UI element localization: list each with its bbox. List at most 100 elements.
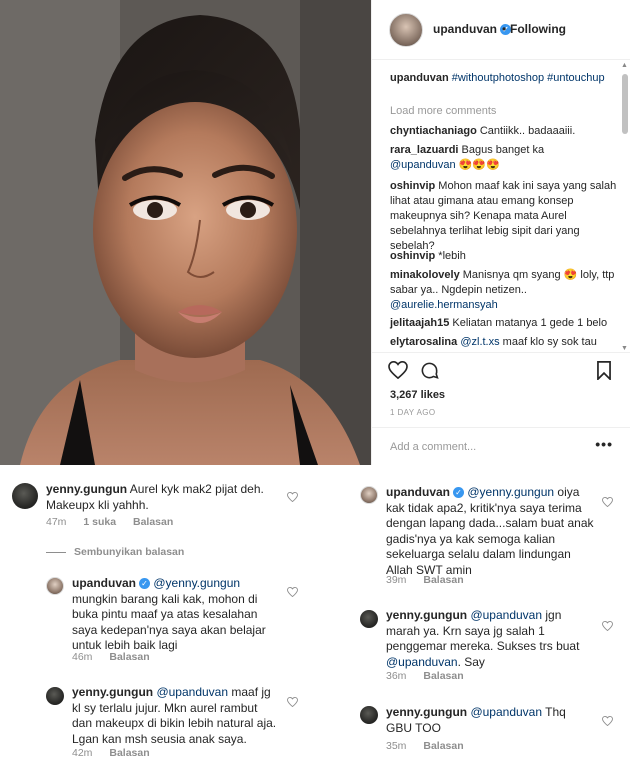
post-timestamp: 1 DAY AGO — [390, 408, 436, 417]
comment-username[interactable]: upanduvan — [72, 576, 136, 590]
comment-meta: 42m Balasan — [72, 747, 164, 759]
avatar[interactable] — [389, 13, 423, 47]
comment-text: Keliatan matanya 1 gede 1 belo — [452, 317, 608, 329]
comment-time: 36m — [386, 670, 407, 682]
comment-scrollbar[interactable]: ▲ ▼ — [621, 62, 628, 352]
post-author[interactable]: upanduvan ✓ — [433, 22, 512, 36]
comment-item: oshinvip Mohon maaf kak ini saya yang sa… — [390, 179, 618, 254]
comment-item: chyntiachaniago Cantiikk.. badaaaiii. — [390, 124, 618, 139]
comment-item: elytarosalina @zl.t.xs maaf klo sy sok t… — [390, 335, 618, 350]
comment-mention[interactable]: @upanduvan — [156, 685, 228, 699]
comment-username[interactable]: minakolovely — [390, 269, 460, 281]
comment-text: maaf klo sy sok tau — [502, 336, 597, 348]
verified-badge-icon: ✓ — [139, 578, 151, 590]
comment-username[interactable]: oshinvip — [390, 250, 435, 262]
comment-meta: 39m Balasan — [386, 574, 478, 586]
post-side-panel: upanduvan ✓ • Following upanduvan #withou… — [371, 0, 630, 465]
add-comment-input[interactable]: Add a comment... — [390, 441, 476, 453]
post-author-username[interactable]: upanduvan — [433, 22, 497, 36]
comment-text: Bagus banget ka — [461, 144, 545, 156]
comment-username[interactable]: chyntiachaniago — [390, 125, 477, 137]
avatar[interactable] — [46, 687, 64, 705]
avatar[interactable] — [360, 486, 378, 504]
comment-time: 39m — [386, 574, 407, 586]
comment-item: upanduvan ✓ @yenny.gungun oiya kak tidak … — [386, 485, 594, 578]
comment-username[interactable]: yenny.gungun — [386, 608, 467, 622]
verified-badge-icon: ✓ — [453, 487, 465, 499]
comment-username[interactable]: oshinvip — [390, 180, 435, 192]
comment-username[interactable]: jelitaajah15 — [390, 317, 449, 329]
comment-mention[interactable]: @yenny.gungun — [467, 485, 554, 499]
add-comment-bar: Add a comment... ••• — [372, 427, 630, 466]
comment-mention[interactable]: @upanduvan — [386, 655, 458, 669]
comment-meta: 35m Balasan — [386, 740, 478, 752]
comment-username[interactable]: upanduvan — [386, 485, 450, 499]
comment-mention[interactable]: @yenny.gungun — [153, 576, 240, 590]
hide-replies-line — [46, 551, 66, 553]
comment-list[interactable]: upanduvan #withoutphotoshop #untouchup L… — [372, 61, 630, 351]
comment-text: . Say — [457, 654, 485, 669]
comment-username[interactable]: elytarosalina — [390, 336, 457, 348]
post-header: upanduvan ✓ • Following — [372, 0, 630, 60]
comment-username[interactable]: rara_lazuardi — [390, 144, 458, 156]
comment-item: yenny.gungun @upanduvan jgn marah ya. Kr… — [386, 608, 594, 670]
comment-emoji: 😍😍😍 — [458, 159, 500, 171]
caption-username[interactable]: upanduvan — [390, 72, 449, 84]
avatar[interactable] — [46, 577, 64, 595]
load-more-comments-link[interactable]: Load more comments — [390, 105, 496, 117]
comment-text: Cantiikk.. badaaaiii. — [479, 125, 576, 137]
comment-mention[interactable]: @upanduvan — [390, 159, 456, 171]
right-comment-column: upanduvan ✓ @yenny.gungun oiya kak tidak … — [316, 465, 630, 779]
left-comment-column: yenny.gungun Aurel kyk mak2 pijat deh. M… — [0, 465, 315, 779]
hide-replies-label[interactable]: Sembunyikan balasan — [74, 546, 184, 558]
comment-username[interactable]: yenny.gungun — [386, 705, 467, 719]
comment-item: minakolovely Manisnya qm syang 😍 loly, t… — [390, 268, 618, 313]
likes-count[interactable]: 3,267 likes — [390, 389, 445, 401]
comment-item: jelitaajah15 Keliatan matanya 1 gede 1 b… — [390, 316, 618, 331]
reply-button[interactable]: Balasan — [109, 651, 149, 663]
avatar[interactable] — [360, 610, 378, 628]
like-comment-heart-icon[interactable] — [287, 587, 298, 597]
comment-username[interactable]: yenny.gungun — [46, 482, 127, 496]
post-photo[interactable] — [0, 0, 371, 465]
comment-item: upanduvan ✓ @yenny.gungun mungkin barang … — [72, 576, 277, 654]
scroll-up-arrow-icon[interactable]: ▲ — [621, 62, 628, 69]
reply-button[interactable]: Balasan — [109, 747, 149, 759]
reply-button[interactable]: Balasan — [423, 574, 463, 586]
like-comment-heart-icon[interactable] — [287, 697, 298, 707]
more-options-icon[interactable]: ••• — [595, 436, 613, 452]
avatar[interactable] — [12, 483, 38, 509]
comment-icon[interactable] — [420, 361, 439, 380]
comment-like-count[interactable]: 1 suka — [83, 516, 116, 528]
bookmark-icon[interactable] — [596, 361, 612, 380]
reply-button[interactable]: Balasan — [423, 670, 463, 682]
comment-mention[interactable]: @upanduvan — [470, 705, 542, 719]
comment-meta: 47m 1 suka Balasan — [46, 516, 187, 528]
heart-icon[interactable] — [388, 361, 408, 379]
hide-replies-button[interactable]: Sembunyikan balasan — [46, 546, 184, 558]
comment-meta: 36m Balasan — [386, 670, 478, 682]
caption-hashtags[interactable]: #withoutphotoshop #untouchup — [452, 72, 605, 84]
like-comment-heart-icon[interactable] — [602, 716, 613, 726]
comment-item: oshinvip *lebih — [390, 249, 618, 264]
comment-mention[interactable]: @zl.t.xs — [460, 336, 499, 348]
comment-text: *lebih — [438, 250, 466, 262]
comment-mention[interactable]: @aurelie.hermansyah — [390, 299, 498, 311]
portrait-image — [0, 0, 371, 465]
comment-item: yenny.gungun Aurel kyk mak2 pijat deh. M… — [46, 482, 276, 513]
comment-username[interactable]: yenny.gungun — [72, 685, 153, 699]
reply-button[interactable]: Balasan — [423, 740, 463, 752]
like-comment-heart-icon[interactable] — [287, 492, 298, 502]
comment-item: yenny.gungun @upanduvan maaf jg kl sy te… — [72, 685, 277, 747]
comment-mention[interactable]: @upanduvan — [470, 608, 542, 622]
scroll-down-arrow-icon[interactable]: ▼ — [621, 345, 628, 352]
avatar[interactable] — [360, 706, 378, 724]
scroll-thumb[interactable] — [622, 74, 628, 134]
reply-button[interactable]: Balasan — [133, 516, 173, 528]
post-actions: 3,267 likes 1 DAY AGO Add a comment... •… — [372, 352, 630, 465]
like-comment-heart-icon[interactable] — [602, 497, 613, 507]
following-button[interactable]: Following — [510, 22, 566, 36]
comment-time: 35m — [386, 740, 407, 752]
like-comment-heart-icon[interactable] — [602, 621, 613, 631]
comment-text: mungkin barang kali kak, mohon di buka p… — [72, 591, 266, 653]
